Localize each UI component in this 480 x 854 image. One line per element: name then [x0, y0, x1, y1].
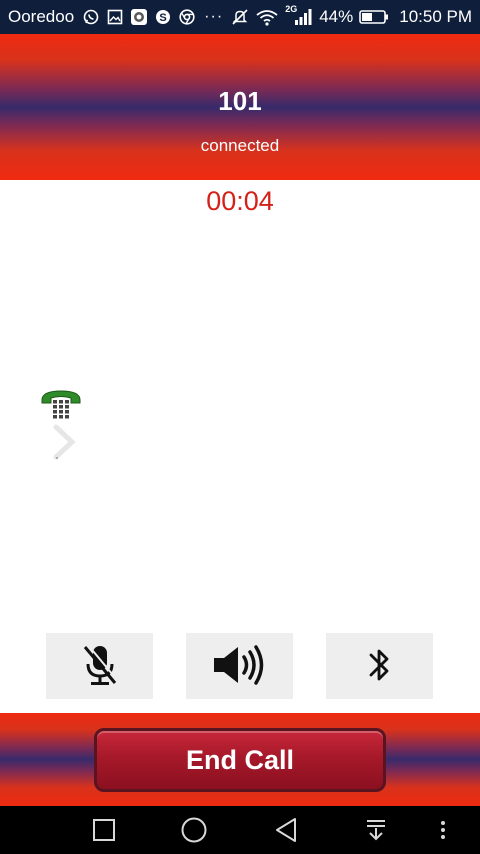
end-call-button[interactable]: End Call: [94, 728, 386, 792]
call-timer: 00:04: [206, 186, 274, 216]
chevron-right-icon[interactable]: [50, 424, 78, 460]
carrier-name: Ooredoo: [8, 7, 75, 26]
more-options-icon[interactable]: [426, 814, 460, 846]
microphone-off-icon: [80, 642, 120, 691]
bluetooth-icon: [365, 643, 395, 690]
signal-icon: 2G: [285, 4, 313, 26]
dialpad-icon[interactable]: [40, 388, 82, 422]
call-number: 101: [218, 86, 262, 116]
status-bar: Ooredoo S ··· 2G 44% 10:50 PM: [0, 0, 480, 34]
back-button[interactable]: [269, 814, 303, 846]
speaker-icon: [210, 643, 270, 690]
call-status: connected: [200, 136, 280, 155]
mute-button[interactable]: [46, 633, 153, 699]
clock: 10:50 PM: [399, 7, 472, 26]
svg-text:S: S: [160, 12, 167, 24]
mute-notification-icon: [231, 8, 249, 26]
notification-pull-button[interactable]: [359, 814, 393, 846]
app-icon: [130, 8, 148, 26]
wifi-icon: [255, 8, 279, 26]
battery-percent: 44%: [319, 7, 354, 26]
image-icon: [106, 8, 124, 26]
navigation-bar: [0, 806, 480, 854]
battery-icon: [359, 8, 389, 26]
recent-apps-button[interactable]: [87, 814, 121, 846]
more-notifications: ···: [204, 8, 224, 25]
status-bar-left: Ooredoo S ···: [8, 7, 223, 27]
bluetooth-button[interactable]: [326, 633, 433, 699]
call-header: 101 connected: [0, 34, 480, 180]
speaker-button[interactable]: [186, 633, 293, 699]
status-bar-right: 2G 44% 10:50 PM: [231, 4, 472, 27]
skype-icon: S: [154, 8, 172, 26]
call-screen: Ooredoo S ··· 2G 44% 10:50 PM 101 connec…: [0, 0, 480, 854]
chrome-icon: [178, 8, 196, 26]
home-button[interactable]: [177, 814, 211, 846]
whatsapp-icon: [82, 8, 100, 26]
network-type: 2G: [285, 4, 298, 14]
call-footer: End Call: [0, 713, 480, 806]
